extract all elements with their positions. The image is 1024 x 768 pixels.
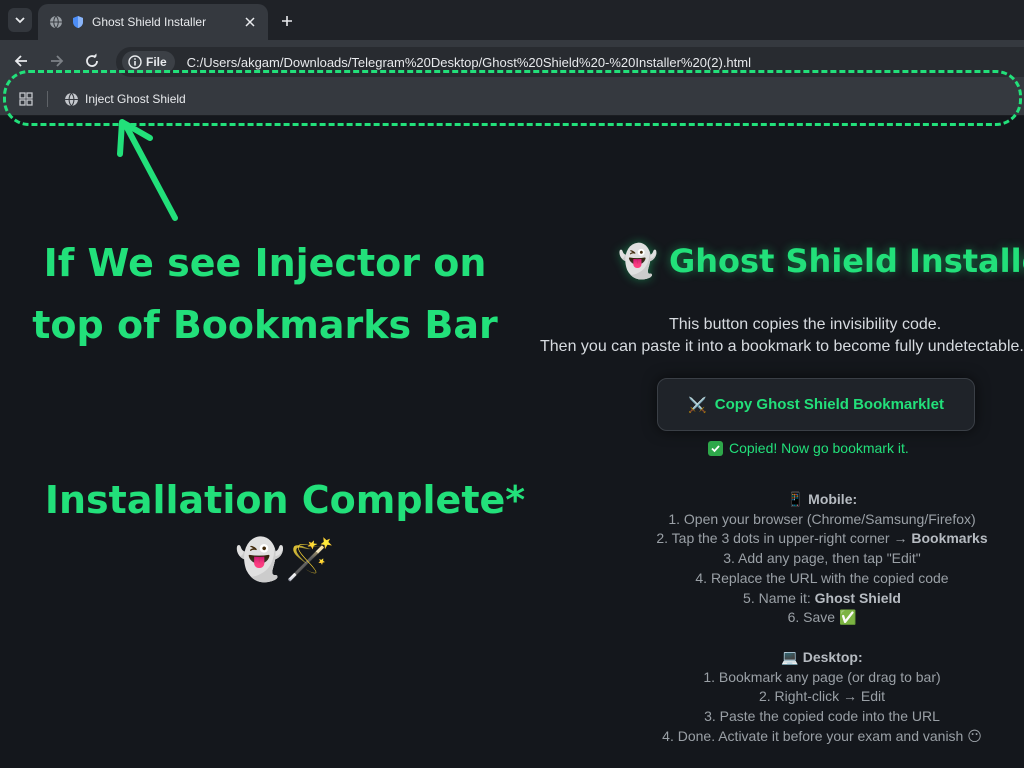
mobile-phone-icon: 📱: [786, 491, 805, 507]
bookmarks-bar: Inject Ghost Shield: [0, 82, 1024, 116]
bookmarks-divider: [47, 91, 48, 107]
installer-title: 👻 Ghost Shield Installer: [618, 242, 1024, 280]
mobile-step-6: 6. Save ✅: [787, 609, 857, 626]
injector-annotation-line2: top of Bookmarks Bar: [32, 303, 498, 347]
tab-title: Ghost Shield Installer: [92, 15, 207, 29]
globe-icon: [65, 92, 78, 106]
address-bar[interactable]: File C:/Users/akgam/Downloads/Telegram%2…: [116, 47, 1024, 77]
globe-icon: [48, 14, 64, 30]
apps-grid-icon: [19, 92, 33, 106]
installer-description: This button copies the invisibility code…: [520, 314, 1024, 358]
ghost-wand-emoji: 👻🪄: [235, 537, 335, 583]
close-tab-icon[interactable]: [242, 14, 258, 30]
new-tab-button[interactable]: [276, 10, 298, 32]
installation-complete-annotation: Installation Complete*: [44, 478, 526, 522]
mobile-step-5: 5. Name it: Ghost Shield: [622, 589, 1022, 609]
mobile-step-5-bold: Ghost Shield: [814, 589, 901, 606]
info-icon: [128, 55, 142, 69]
ghost-icon: 👻: [618, 242, 658, 280]
desktop-step-3: 3. Paste the copied code into the URL: [704, 708, 940, 725]
site-info-chip[interactable]: File: [122, 51, 175, 73]
bookmark-inject-ghost-shield[interactable]: Inject Ghost Shield: [58, 87, 192, 111]
desktop-step-2: 2. Right-click → Edit: [758, 688, 886, 705]
reload-icon: [86, 53, 98, 67]
back-arrow-icon: [14, 55, 27, 67]
mobile-step-4: 4. Replace the URL with the copied code: [695, 569, 949, 586]
annotation-arrow-icon: [117, 119, 178, 221]
mobile-step-3: 3. Add any page, then tap "Edit": [723, 550, 921, 567]
desktop-heading: 💻 Desktop:: [622, 648, 1022, 668]
forward-arrow-icon: [51, 55, 64, 67]
description-line1: This button copies the invisibility code…: [669, 316, 942, 333]
mobile-step-1: 1. Open your browser (Chrome/Samsung/Fir…: [668, 510, 976, 527]
copy-button-label: Copy Ghost Shield Bookmarklet: [714, 396, 944, 413]
copied-message: Copied! Now go bookmark it.: [729, 440, 909, 456]
mobile-step-2-bold: Bookmarks: [911, 530, 988, 547]
bookmark-label: Inject Ghost Shield: [85, 92, 186, 106]
installer-title-text: Ghost Shield Installer: [668, 242, 1024, 280]
mobile-instructions: 📱 Mobile: 1. Open your browser (Chrome/S…: [622, 490, 1022, 628]
shield-icon: [70, 14, 86, 30]
mobile-step-5-text: 5. Name it:: [743, 589, 815, 606]
desktop-instructions: 💻 Desktop: 1. Bookmark any page (or drag…: [622, 648, 1022, 747]
desktop-step-4: 4. Done. Activate it before your exam an…: [662, 727, 982, 744]
tab-strip: Ghost Shield Installer: [0, 0, 1024, 40]
back-button[interactable]: [10, 50, 32, 72]
tab-ghost-shield-installer[interactable]: Ghost Shield Installer: [38, 4, 268, 40]
tab-search-button[interactable]: [8, 8, 32, 32]
chevron-down-icon: [15, 17, 25, 24]
mobile-heading-text: Mobile:: [808, 491, 858, 507]
desktop-heading-text: Desktop:: [802, 649, 863, 665]
plus-icon: [282, 16, 292, 26]
forward-button[interactable]: [46, 50, 68, 72]
mobile-step-2: 2. Tap the 3 dots in upper-right corner …: [622, 529, 1022, 549]
copy-bookmarklet-button[interactable]: ⚔️ Copy Ghost Shield Bookmarklet: [657, 378, 975, 431]
site-info-label: File: [146, 55, 167, 69]
injector-annotation: If We see Injector on top of Bookmarks B…: [10, 232, 520, 356]
apps-button[interactable]: [16, 89, 36, 109]
crossed-swords-icon: ⚔️: [688, 396, 707, 414]
laptop-icon: 💻: [781, 649, 799, 665]
check-mark-icon: [708, 440, 723, 456]
mobile-heading: 📱 Mobile:: [622, 490, 1022, 510]
desktop-step-1: 1. Bookmark any page (or drag to bar): [703, 668, 941, 685]
injector-annotation-line1: If We see Injector on: [43, 241, 487, 285]
description-line2: Then you can paste it into a bookmark to…: [540, 338, 1024, 355]
copied-confirmation: Copied! Now go bookmark it.: [708, 440, 909, 456]
mobile-step-2-text: 2. Tap the 3 dots in upper-right corner …: [656, 530, 912, 547]
reload-button[interactable]: [81, 50, 103, 72]
url-text[interactable]: C:/Users/akgam/Downloads/Telegram%20Desk…: [187, 55, 751, 70]
